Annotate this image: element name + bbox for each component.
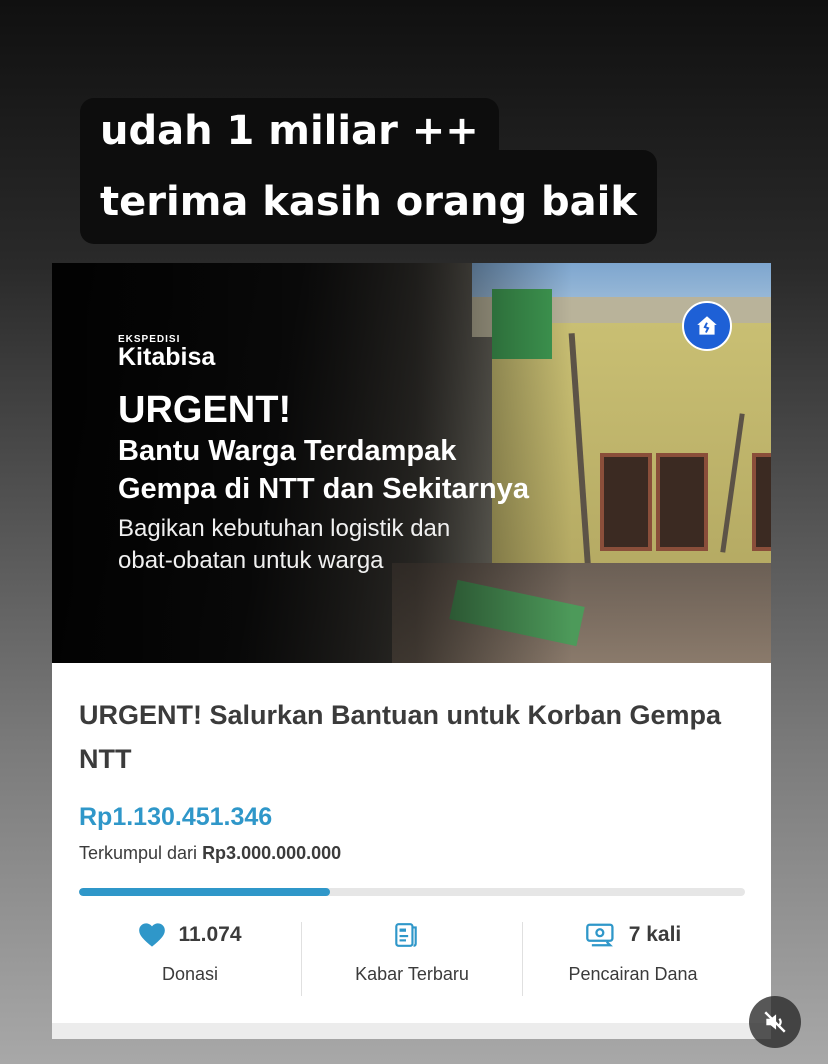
banner-subhead-line-2: Gempa di NTT dan Sekitarnya <box>118 473 529 505</box>
campaign-card[interactable]: EKSPEDISI Kitabisa URGENT! Bantu Warga T… <box>52 263 771 1039</box>
banner-photo-window <box>600 453 652 551</box>
mute-button[interactable] <box>749 996 801 1048</box>
card-footer-strip <box>52 1023 771 1039</box>
news-icon <box>395 923 417 947</box>
house-crack-icon <box>682 301 732 351</box>
banner-photo-window <box>752 453 771 551</box>
banner-headline: URGENT! <box>118 389 292 431</box>
disbursement-icon <box>585 923 614 947</box>
target-prefix: Terkumpul dari <box>79 843 198 863</box>
heart-icon <box>139 923 166 947</box>
campaign-banner-image[interactable]: EKSPEDISI Kitabisa URGENT! Bantu Warga T… <box>52 263 771 663</box>
progress-bar-fill <box>79 888 331 896</box>
banner-description-line-2: obat-obatan untuk warga <box>118 547 384 574</box>
stat-donations[interactable]: 11.074 Donasi <box>80 918 300 998</box>
stat-disbursement-label: Pencairan Dana <box>568 964 698 984</box>
banner-description-line-1: Bagikan kebutuhan logistik dan <box>118 515 451 542</box>
campaign-title[interactable]: URGENT! Salurkan Bantuan untuk Korban Ge… <box>79 693 729 781</box>
stat-donations-value: 11.074 <box>178 923 242 946</box>
caption-line-2: terima kasih orang baik <box>80 150 657 244</box>
banner-photo-window <box>656 453 708 551</box>
stat-news[interactable]: Kabar Terbaru <box>302 918 522 998</box>
target-value: Rp3.000.000.000 <box>202 843 342 863</box>
progress-bar <box>79 888 745 896</box>
stat-disbursement[interactable]: 7 kali Pencairan Dana <box>522 918 744 998</box>
banner-brand-logo: Kitabisa <box>118 343 216 371</box>
stat-disbursement-value: 7 kali <box>628 923 682 946</box>
target-text: Terkumpul dari Rp3.000.000.000 <box>79 843 341 864</box>
banner-subhead-line-1: Bantu Warga Terdampak <box>118 435 457 467</box>
stat-donations-label: Donasi <box>161 964 219 984</box>
speaker-muted-icon <box>764 1011 786 1033</box>
stat-news-label: Kabar Terbaru <box>355 964 469 984</box>
collected-amount: Rp1.130.451.346 <box>79 803 273 831</box>
campaign-stats: 11.074 Donasi Kabar Terbaru 7 kali Penca… <box>52 918 771 998</box>
